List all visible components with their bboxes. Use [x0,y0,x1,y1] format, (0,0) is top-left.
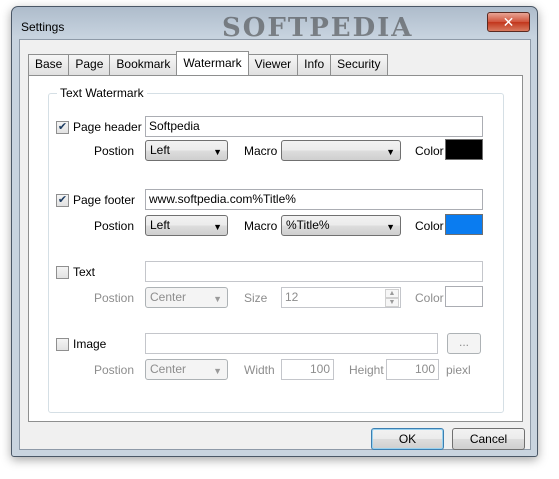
settings-window: Settings SOFTPEDIA ✕ Base Page Bookmark … [11,6,538,457]
chevron-down-icon: ▼ [213,294,222,304]
spin-down-icon[interactable]: ▼ [385,298,399,307]
image-watermark-position-label: Postion [94,363,135,377]
window-title: Settings [21,20,65,34]
page-footer-macro-select[interactable]: %Title% ▼ [281,215,401,236]
tab-info[interactable]: Info [297,54,332,75]
close-icon: ✕ [502,14,515,30]
image-path-input[interactable] [145,333,438,354]
chevron-down-icon: ▼ [213,366,222,376]
chevron-down-icon: ▼ [386,147,395,157]
page-header-color-label: Color [415,144,444,158]
page-header-text-input[interactable]: Softpedia [145,116,483,137]
page-footer-text-input[interactable]: www.softpedia.com%Title% [145,189,483,210]
chevron-down-icon: ▼ [213,147,222,157]
page-footer-color-label: Color [415,219,444,233]
text-watermark-size-value: 12 [285,290,299,304]
image-watermark-label: Image [73,337,107,351]
dialog-client: Base Page Bookmark Watermark Viewer Info… [19,39,531,450]
page-footer-position-select[interactable]: Left ▼ [145,215,228,236]
text-watermark-color-label: Color [415,291,444,305]
image-width-input[interactable]: 100 [281,359,334,380]
page-footer-position-label: Postion [94,219,135,233]
image-watermark-checkbox[interactable] [56,338,69,351]
text-watermark-size-label: Size [244,291,268,305]
check-icon: ✔ [57,194,68,206]
text-watermark-position-value: Center [150,290,187,304]
tab-bookmark[interactable]: Bookmark [109,54,178,75]
image-unit-label: piexl [446,363,471,377]
spin-up-icon[interactable]: ▲ [385,289,399,298]
text-watermark-position-label: Postion [94,291,135,305]
page-header-color-swatch[interactable] [445,139,483,160]
page-footer-macro-value: %Title% [286,218,330,232]
image-watermark-position-value: Center [150,362,187,376]
page-header-position-label: Postion [94,144,135,158]
tab-viewer[interactable]: Viewer [247,54,299,75]
page-header-macro-label: Macro [244,144,278,158]
tab-strip: Base Page Bookmark Watermark Viewer Info… [28,51,388,75]
tab-security[interactable]: Security [330,54,388,75]
check-icon: ✔ [57,121,68,133]
page-footer-macro-label: Macro [244,219,278,233]
page-header-label: Page header [73,120,142,134]
page-footer-label: Page footer [73,193,136,207]
text-watermark-color-swatch[interactable] [445,286,483,307]
page-footer-checkbox[interactable]: ✔ [56,194,69,207]
tab-watermark[interactable]: Watermark [176,51,249,75]
watermark-panel: Text Watermark ✔ Page header Softpedia P… [28,75,523,422]
text-watermark-position-select[interactable]: Center ▼ [145,287,228,308]
tab-base[interactable]: Base [28,54,70,75]
title-bar[interactable]: Settings SOFTPEDIA ✕ [12,7,537,43]
browse-button[interactable]: ... [447,333,481,354]
page-header-position-value: Left [150,143,171,157]
page-header-checkbox[interactable]: ✔ [56,121,69,134]
page-footer-position-value: Left [150,218,171,232]
image-height-input[interactable]: 100 [386,359,439,380]
text-watermark-input[interactable] [145,261,483,282]
cancel-button[interactable]: Cancel [452,428,525,450]
image-watermark-position-select[interactable]: Center ▼ [145,359,228,380]
group-title: Text Watermark [57,86,147,100]
page-footer-color-swatch[interactable] [445,214,483,235]
close-button[interactable]: ✕ [487,12,530,32]
text-watermark-checkbox[interactable] [56,266,69,279]
image-width-label: Width [244,363,275,377]
text-watermark-size-stepper[interactable]: 12 ▲ ▼ [281,287,401,308]
tab-page[interactable]: Page [68,54,111,75]
page-header-macro-select[interactable]: ▼ [281,140,401,161]
ok-button[interactable]: OK [371,428,444,450]
text-watermark-label: Text [73,265,96,279]
page-header-position-select[interactable]: Left ▼ [145,140,228,161]
image-height-label: Height [349,363,384,377]
chevron-down-icon: ▼ [386,222,395,232]
chevron-down-icon: ▼ [213,222,222,232]
